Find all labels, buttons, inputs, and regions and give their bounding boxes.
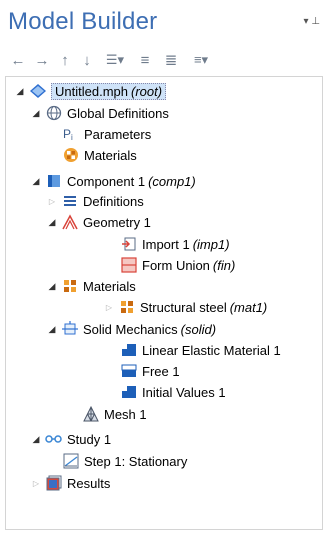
form-union-icon: [120, 257, 138, 273]
tree-item-import[interactable]: Import 1 (imp1): [120, 234, 230, 254]
toolbar: ← → ↑ ↓ ☰▾ ≡ ≣ ≡▾: [6, 49, 218, 71]
tree-item-study[interactable]: ◢ Study 1: [30, 429, 112, 449]
tree-item-label: Import 1 (imp1): [142, 236, 230, 252]
initial-values-icon: [120, 384, 138, 400]
tree-item-label: Structural steel (mat1): [140, 299, 268, 315]
tree-item-materials[interactable]: ◢ Materials: [46, 276, 136, 296]
tree-item-label: Free 1: [142, 363, 180, 379]
collapse-toggle-icon[interactable]: ◢: [46, 324, 58, 335]
expand-toggle-icon[interactable]: ▷: [30, 479, 42, 488]
collapse-toggle-icon[interactable]: ◢: [30, 434, 42, 445]
expand-icon[interactable]: ≡: [132, 50, 158, 70]
tree-item-global-definitions[interactable]: ◢ Global Definitions: [30, 103, 169, 123]
forward-arrow-icon[interactable]: →: [30, 50, 54, 70]
model-tree: ◢ Untitled.mph (root) ◢ Global Definition…: [5, 76, 323, 530]
tree-item-component[interactable]: ◢ Component 1 (comp1): [30, 171, 196, 191]
import-icon: [120, 236, 138, 252]
move-down-icon[interactable]: ↓: [76, 50, 98, 70]
study-icon: [45, 431, 63, 447]
linear-elastic-icon: [120, 342, 138, 358]
free-icon: [120, 363, 138, 379]
stationary-step-icon: [62, 453, 80, 469]
tree-item-label: Mesh 1: [104, 406, 147, 422]
collapse-toggle-icon[interactable]: ◢: [46, 217, 58, 228]
tree-item-label: Global Definitions: [67, 105, 169, 121]
show-options-icon[interactable]: ☰▾: [98, 50, 132, 70]
tree-item-global-materials[interactable]: Materials: [62, 145, 137, 165]
tree-item-label: Parameters: [84, 126, 152, 142]
collapse-toggle-icon[interactable]: ◢: [46, 281, 58, 292]
definitions-icon: [61, 193, 79, 209]
svg-text:i: i: [71, 133, 73, 141]
model-root-icon: [29, 83, 47, 99]
expand-toggle-icon[interactable]: ▷: [46, 197, 58, 206]
tree-item-label: Linear Elastic Material 1: [142, 342, 281, 358]
tree-item-structural-steel[interactable]: ▷ Structural steel (mat1): [103, 297, 267, 317]
tree-item-initial-values[interactable]: Initial Values 1: [120, 382, 226, 402]
tree-item-geometry[interactable]: ◢ Geometry 1: [46, 212, 151, 232]
tree-item-definitions[interactable]: ▷ Definitions: [46, 191, 144, 211]
tree-item-solid-mechanics[interactable]: ◢ Solid Mechanics (solid): [46, 319, 216, 339]
tree-item-mesh[interactable]: Mesh 1: [82, 404, 147, 424]
materials-globe-icon: [62, 147, 80, 163]
tree-item-results[interactable]: ▷ Results: [30, 473, 110, 493]
material-icon: [118, 299, 136, 315]
collapse-toggle-icon[interactable]: ◢: [30, 108, 42, 119]
solid-mechanics-icon: [61, 321, 79, 337]
parameters-icon: Pi: [62, 126, 80, 142]
tree-item-root[interactable]: ◢ Untitled.mph (root): [14, 81, 167, 101]
geometry-icon: [61, 214, 79, 230]
more-icon[interactable]: ≡▾: [184, 50, 218, 70]
model-builder-panel: Model Builder ▾ ⊥ ← → ↑ ↓ ☰▾ ≡ ≣ ≡▾ ◢ Un…: [0, 0, 328, 535]
tree-item-parameters[interactable]: Pi Parameters: [62, 124, 151, 144]
tree-item-label: Untitled.mph (root): [51, 82, 167, 100]
tree-item-form-union[interactable]: Form Union (fin): [120, 255, 235, 275]
tree-item-label: Solid Mechanics (solid): [83, 321, 217, 337]
results-icon: [45, 475, 63, 491]
tree-item-linear-elastic[interactable]: Linear Elastic Material 1: [120, 340, 281, 360]
collapse-icon[interactable]: ≣: [158, 50, 184, 70]
tree-item-free[interactable]: Free 1: [120, 361, 180, 381]
collapse-toggle-icon[interactable]: ◢: [30, 176, 42, 187]
expand-toggle-icon[interactable]: ▷: [103, 303, 115, 312]
panel-title: Model Builder: [8, 8, 158, 35]
tree-item-label: Geometry 1: [83, 214, 151, 230]
tree-item-label: Component 1 (comp1): [67, 173, 196, 189]
move-up-icon[interactable]: ↑: [54, 50, 76, 70]
tree-item-label: Definitions: [83, 193, 144, 209]
tree-item-label: Form Union (fin): [142, 257, 236, 273]
mesh-icon: [82, 406, 100, 422]
tree-item-label: Study 1: [67, 431, 112, 447]
materials-icon: [61, 278, 79, 294]
panel-menu-pin-icon[interactable]: ▾ ⊥: [303, 16, 320, 27]
component-icon: [45, 173, 63, 189]
tree-item-label: Materials: [84, 147, 137, 163]
tree-item-label: Materials: [83, 278, 136, 294]
svg-text:P: P: [63, 127, 71, 141]
globe-icon: [45, 105, 63, 121]
tree-item-step[interactable]: Step 1: Stationary: [62, 451, 187, 471]
back-arrow-icon[interactable]: ←: [6, 50, 30, 70]
tree-item-label: Results: [67, 475, 111, 491]
collapse-toggle-icon[interactable]: ◢: [14, 86, 26, 97]
tree-item-label: Initial Values 1: [142, 384, 226, 400]
tree-item-label: Step 1: Stationary: [84, 453, 188, 469]
